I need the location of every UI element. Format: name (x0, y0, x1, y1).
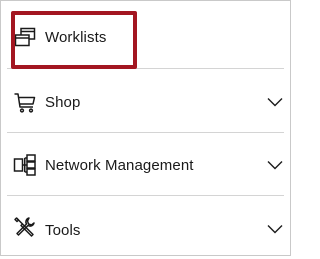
menu-item-worklists[interactable]: Worklists (1, 1, 290, 61)
wrench-screwdriver-icon (14, 217, 35, 237)
menu-item-network-management[interactable]: Network Management (1, 134, 290, 196)
shopping-cart-icon (14, 93, 36, 113)
menu-divider (7, 132, 284, 133)
menu-item-label: Worklists (45, 29, 107, 46)
stacked-windows-icon (14, 27, 36, 47)
navigation-menu: Worklists Shop Network Management Tools (0, 0, 291, 256)
menu-divider (7, 68, 284, 69)
menu-divider (7, 195, 284, 196)
menu-item-label: Tools (45, 222, 81, 239)
menu-item-tools[interactable]: Tools (1, 197, 290, 259)
menu-item-shop[interactable]: Shop (1, 71, 290, 133)
chevron-down-icon[interactable] (267, 97, 283, 107)
network-diagram-icon (13, 154, 36, 176)
chevron-down-icon[interactable] (267, 224, 283, 234)
menu-item-label: Network Management (45, 157, 194, 174)
chevron-down-icon[interactable] (267, 160, 283, 170)
menu-item-label: Shop (45, 94, 81, 111)
